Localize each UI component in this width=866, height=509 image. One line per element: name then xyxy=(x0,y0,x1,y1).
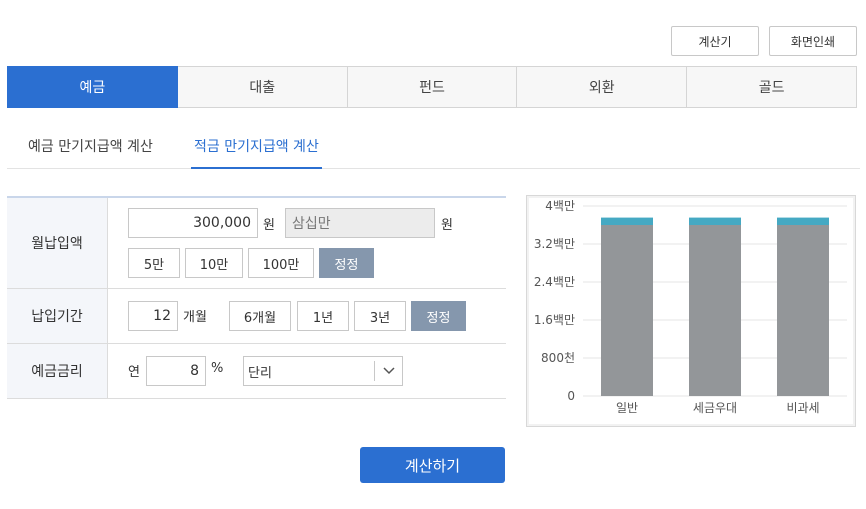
period-3-years-button[interactable]: 3년 xyxy=(354,301,406,331)
rate-unit: % xyxy=(211,361,224,376)
monthly-payment-label: 월납입액 xyxy=(7,198,108,288)
add-1m-button[interactable]: 100만 xyxy=(248,248,314,278)
x-tick-label: 일반 xyxy=(616,401,638,415)
y-tick-label: 800천 xyxy=(541,350,575,365)
print-screen-button[interactable]: 화면인쇄 xyxy=(769,26,857,56)
chevron-down-icon xyxy=(374,361,402,381)
calculation-form: 월납입액 300,000 원 삼십만 원 5만 10만 100만 정정 납입기간… xyxy=(7,196,506,399)
period-reset-button[interactable]: 정정 xyxy=(411,301,466,331)
period-label: 납입기간 xyxy=(7,289,108,343)
y-tick-label: 4백만 xyxy=(545,199,575,213)
period-unit: 개월 xyxy=(183,310,207,325)
x-tick-label: 비과세 xyxy=(786,401,819,415)
y-tick-label: 2.4백만 xyxy=(534,275,575,289)
add-50k-button[interactable]: 5만 xyxy=(128,248,180,278)
bar-interest xyxy=(601,217,653,225)
add-100k-button[interactable]: 10만 xyxy=(185,248,243,278)
period-row: 납입기간 12 개월 6개월 1년 3년 정정 xyxy=(7,289,506,344)
bar-principal xyxy=(689,225,741,396)
tab-gold[interactable]: 골드 xyxy=(687,66,857,108)
rate-prefix: 연 xyxy=(128,365,140,380)
monthly-payment-korean: 삼십만 xyxy=(285,208,435,238)
result-chart: 0 800천 1.6백만 2.4백만 3.2백만 4백만일반 세금우대 비과세 xyxy=(526,195,856,427)
period-input[interactable]: 12 xyxy=(128,301,178,331)
subtab-deposit-maturity[interactable]: 예금 만기지급액 계산 xyxy=(28,136,153,169)
interest-type-select[interactable]: 단리 xyxy=(243,356,403,386)
monthly-payment-row: 월납입액 300,000 원 삼십만 원 5만 10만 100만 정정 xyxy=(7,198,506,289)
interest-rate-input[interactable]: 8 xyxy=(146,356,206,386)
monthly-reset-button[interactable]: 정정 xyxy=(319,248,374,278)
calculation-subtabs: 예금 만기지급액 계산 적금 만기지급액 계산 xyxy=(7,124,860,169)
tab-loan[interactable]: 대출 xyxy=(177,66,348,108)
y-tick-label: 0 xyxy=(567,389,575,403)
bar-principal xyxy=(601,225,653,396)
subtab-savings-maturity[interactable]: 적금 만기지급액 계산 xyxy=(191,136,322,169)
interest-type-value: 단리 xyxy=(248,365,272,381)
tab-fund[interactable]: 펀드 xyxy=(347,66,518,108)
y-tick-label: 3.2백만 xyxy=(534,237,575,251)
interest-rate-label: 예금금리 xyxy=(7,344,108,398)
bar-interest xyxy=(689,217,741,225)
calculate-button[interactable]: 계산하기 xyxy=(360,447,505,483)
monthly-payment-unit: 원 xyxy=(263,218,275,233)
product-tabs: 예금 대출 펀드 외환 골드 xyxy=(7,66,857,108)
monthly-payment-korean-unit: 원 xyxy=(441,218,453,233)
tab-forex[interactable]: 외환 xyxy=(517,66,688,108)
calculator-button[interactable]: 계산기 xyxy=(671,26,759,56)
monthly-payment-input[interactable]: 300,000 xyxy=(128,208,258,238)
interest-rate-row: 예금금리 연 8 % 단리 xyxy=(7,344,506,399)
tab-deposit[interactable]: 예금 xyxy=(7,66,178,108)
bar-interest xyxy=(777,217,829,225)
y-tick-label: 1.6백만 xyxy=(534,313,575,327)
stacked-bar-chart: 0 800천 1.6백만 2.4백만 3.2백만 4백만일반 세금우대 비과세 xyxy=(534,199,847,415)
bar-principal xyxy=(777,225,829,396)
period-1-year-button[interactable]: 1년 xyxy=(297,301,349,331)
x-tick-label: 세금우대 xyxy=(693,401,737,415)
period-6-months-button[interactable]: 6개월 xyxy=(229,301,291,331)
